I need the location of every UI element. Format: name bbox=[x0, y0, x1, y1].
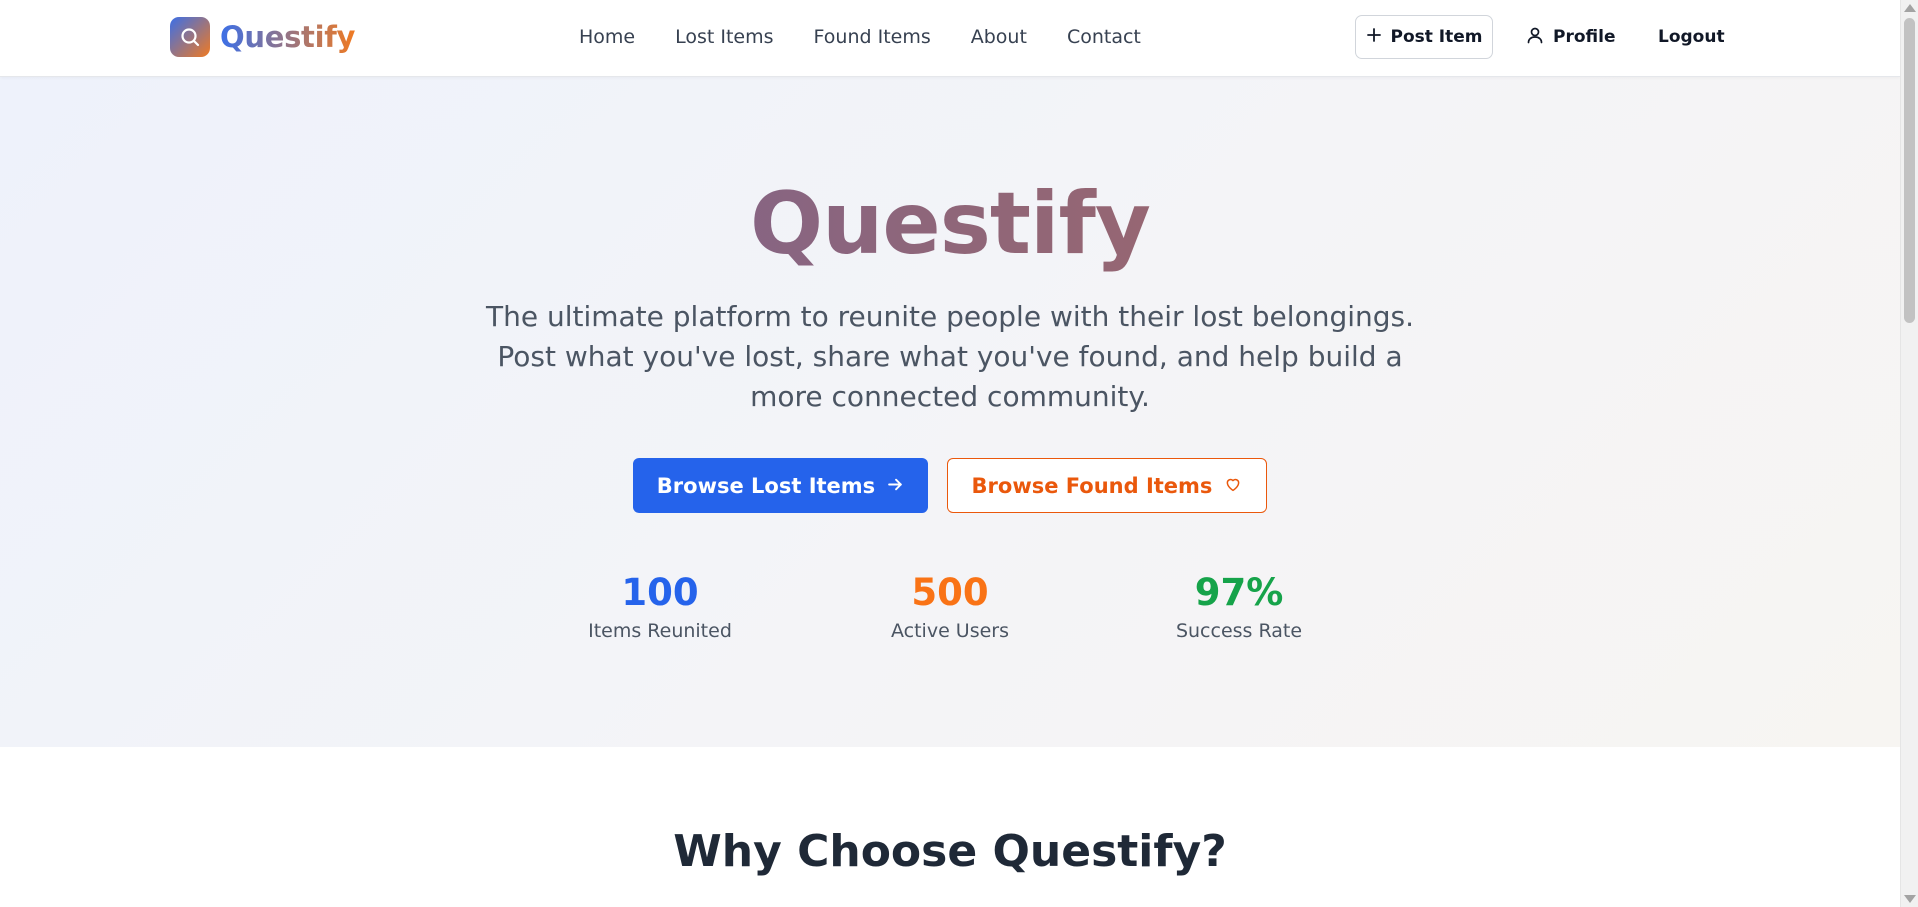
brand-link[interactable]: Questify bbox=[170, 17, 355, 57]
scroll-down-arrow-icon[interactable] bbox=[1904, 895, 1916, 903]
logout-button[interactable]: Logout bbox=[1658, 15, 1725, 59]
nav-about[interactable]: About bbox=[971, 26, 1027, 48]
hero-title: Questify bbox=[0, 177, 1900, 272]
heart-icon bbox=[1224, 474, 1242, 498]
main-nav: Home Lost Items Found Items About Contac… bbox=[579, 26, 1141, 48]
profile-button[interactable]: Profile bbox=[1526, 15, 1615, 59]
browse-found-label: Browse Found Items bbox=[971, 473, 1213, 498]
stat-label: Active Users bbox=[890, 619, 1010, 642]
scroll-up-arrow-icon[interactable] bbox=[1904, 4, 1916, 12]
page: Questify Home Lost Items Found Items Abo… bbox=[0, 0, 1900, 907]
stat-label: Items Reunited bbox=[588, 619, 732, 642]
stat-items-reunited: 100 Items Reunited bbox=[560, 571, 760, 642]
stat-value: 97% bbox=[1194, 571, 1284, 614]
user-icon bbox=[1526, 26, 1544, 49]
nav-lost-items[interactable]: Lost Items bbox=[675, 26, 773, 48]
stat-value: 100 bbox=[621, 571, 699, 614]
stat-active-users: 500 Active Users bbox=[850, 571, 1050, 642]
nav-contact[interactable]: Contact bbox=[1067, 26, 1141, 48]
top-navbar: Questify Home Lost Items Found Items Abo… bbox=[0, 0, 1900, 77]
profile-label: Profile bbox=[1553, 27, 1616, 47]
stat-label: Success Rate bbox=[1175, 619, 1303, 642]
page-scrollbar[interactable] bbox=[1900, 0, 1918, 907]
stat-value: 500 bbox=[911, 571, 989, 614]
stat-success-rate: 97% Success Rate bbox=[1139, 571, 1339, 642]
brand-name: Questify bbox=[220, 20, 356, 54]
post-item-label: Post Item bbox=[1390, 27, 1483, 47]
hero-section: Questify The ultimate platform to reunit… bbox=[0, 77, 1900, 747]
post-item-button[interactable]: Post Item bbox=[1355, 15, 1493, 59]
nav-home[interactable]: Home bbox=[579, 26, 635, 48]
browse-lost-label: Browse Lost Items bbox=[656, 473, 876, 498]
arrow-right-icon bbox=[887, 474, 904, 498]
why-choose-heading: Why Choose Questify? bbox=[673, 826, 1227, 877]
browse-lost-items-button[interactable]: Browse Lost Items bbox=[633, 458, 928, 513]
hero-subtitle: The ultimate platform to reunite people … bbox=[485, 300, 1415, 413]
scroll-thumb[interactable] bbox=[1904, 18, 1915, 323]
search-icon bbox=[170, 17, 210, 57]
browse-found-items-button[interactable]: Browse Found Items bbox=[947, 458, 1267, 513]
nav-found-items[interactable]: Found Items bbox=[814, 26, 931, 48]
plus-icon bbox=[1366, 27, 1382, 48]
